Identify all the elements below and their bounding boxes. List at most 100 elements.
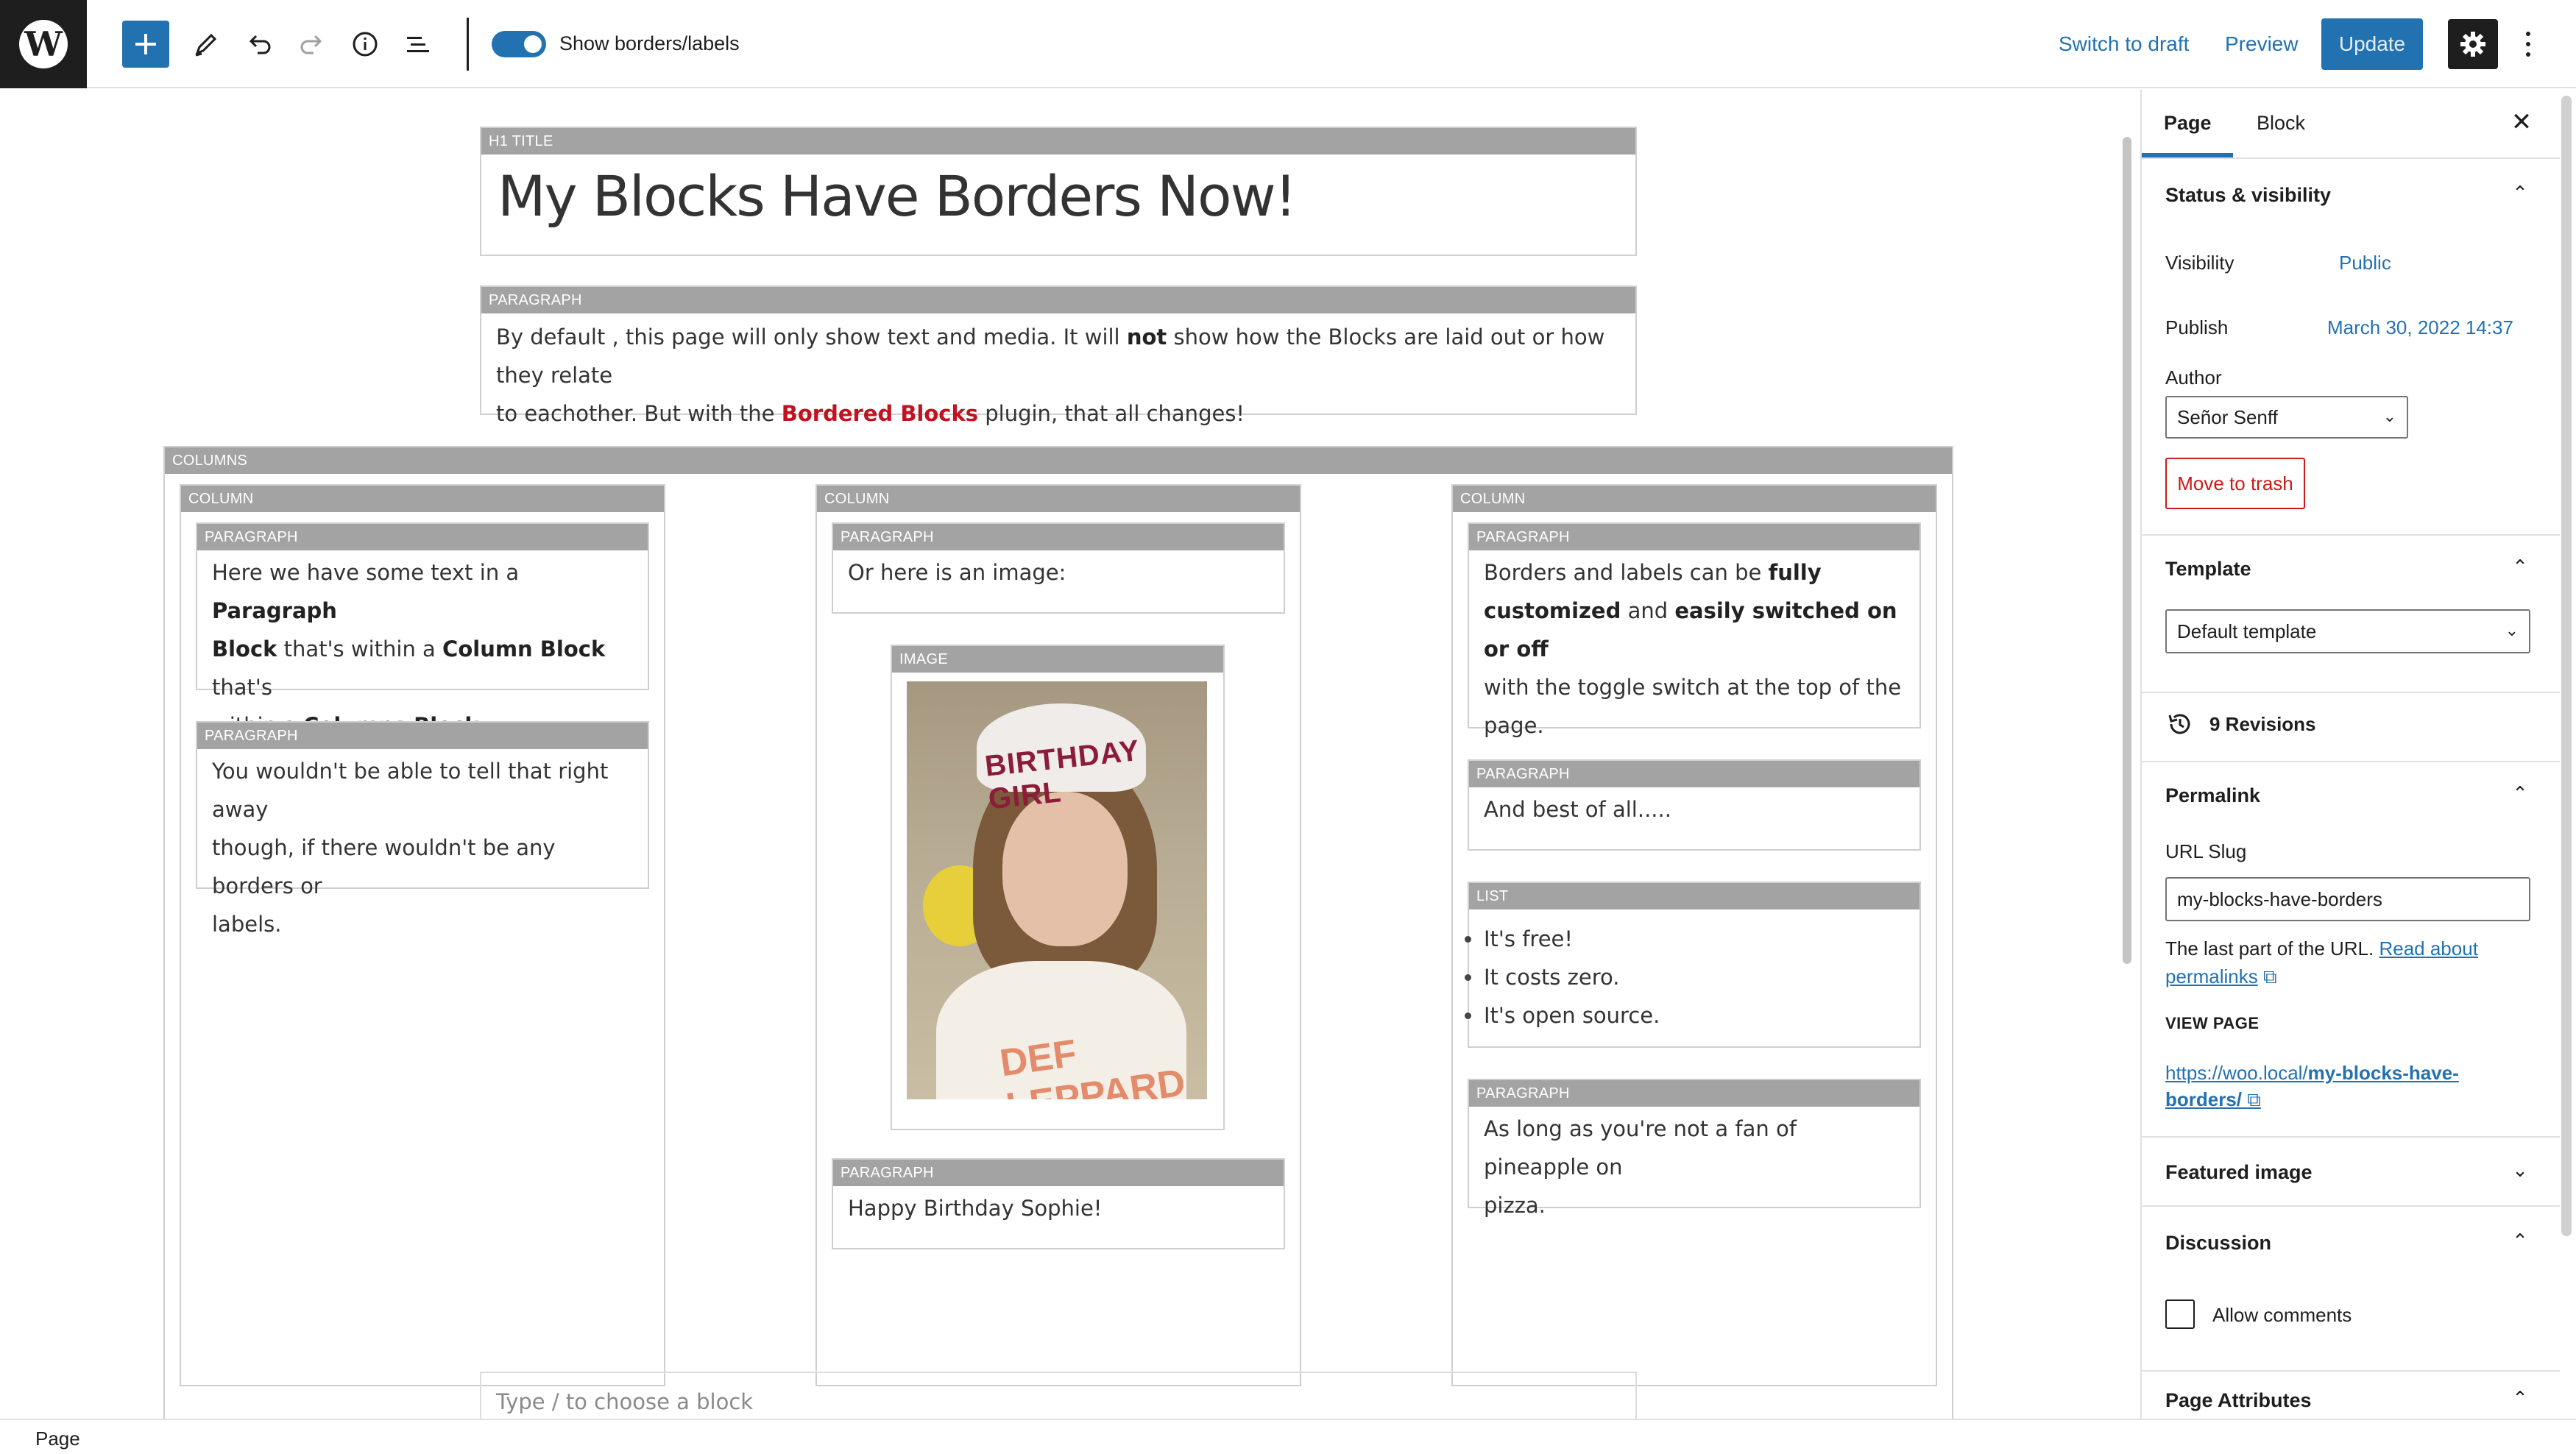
intro-paragraph-text[interactable]: By default , this page will only show te… [496, 318, 1621, 433]
chevron-up-icon[interactable]: ⌃ [2510, 556, 2530, 577]
preview-button[interactable]: Preview [2225, 32, 2299, 56]
pencil-icon [195, 33, 217, 57]
list-view-button[interactable] [394, 21, 442, 68]
paragraph-block[interactable]: PARAGRAPH As long as you're not a fan of… [1468, 1079, 1921, 1218]
allow-comments-checkbox[interactable] [2165, 1299, 2195, 1329]
divider [2142, 157, 2560, 159]
paragraph-text[interactable]: You wouldn't be able to tell that right … [212, 752, 633, 943]
permalink-help: The last part of the URL. Read about per… [2165, 937, 2478, 987]
permalink-url[interactable]: https://woo.local/my-blocks-have- border… [2165, 1060, 2533, 1113]
list-item[interactable]: It's free! [1464, 920, 1660, 958]
paragraph-block[interactable]: PARAGRAPH Happy Birthday Sophie! [832, 1158, 1285, 1249]
image-block[interactable]: IMAGE BIRTHDAY GIRL DEF LEPPARD [891, 645, 1225, 1130]
chevron-up-icon[interactable]: ⌃ [2510, 1230, 2530, 1251]
block-label: PARAGRAPH [197, 524, 648, 550]
canvas-scrollbar[interactable] [2123, 137, 2131, 964]
permalinks-link[interactable]: permalinks [2165, 965, 2258, 987]
block-label: PARAGRAPH [197, 723, 648, 749]
paragraph-text[interactable]: Happy Birthday Sophie! [848, 1189, 1269, 1227]
tab-block[interactable]: Block [2257, 112, 2305, 135]
template-heading[interactable]: Template [2165, 558, 2251, 581]
paragraph-block[interactable]: PARAGRAPH Or here is an image: [832, 522, 1285, 614]
block-label: H1 TITLE [481, 128, 1635, 155]
discussion-heading[interactable]: Discussion [2165, 1232, 2271, 1255]
bullet-list[interactable]: It's free! It costs zero. It's open sour… [1464, 920, 1660, 1035]
breadcrumb[interactable]: Page [35, 1428, 80, 1450]
chevron-down-icon[interactable]: ⌄ [2510, 1160, 2530, 1180]
wordpress-logo-icon[interactable]: W [0, 0, 87, 88]
editor-canvas: H1 TITLE My Blocks Have Borders Now! PAR… [0, 90, 2120, 1419]
block-label: COLUMN [1453, 486, 1936, 512]
redo-button[interactable] [289, 21, 336, 68]
url-slug-label: URL Slug [2165, 840, 2247, 862]
author-select[interactable]: Señor Senff ⌄ [2165, 396, 2408, 439]
revisions-count: 9 Revisions [2209, 712, 2316, 735]
block-inserter[interactable]: Type / to choose a block [480, 1372, 1637, 1419]
external-link-icon: ⧉ [2262, 965, 2277, 987]
redo-icon [300, 35, 322, 54]
author-value: Señor Senff [2177, 405, 2278, 428]
block-label: LIST [1469, 883, 1919, 909]
list-item[interactable]: It costs zero. [1464, 958, 1660, 996]
divider [2142, 534, 2560, 536]
tab-page[interactable]: Page [2164, 112, 2212, 135]
undo-button[interactable] [236, 21, 283, 68]
intro-paragraph-block[interactable]: PARAGRAPH By default , this page will on… [480, 286, 1637, 426]
template-select[interactable]: Default template ⌄ [2165, 609, 2530, 653]
revisions-link[interactable]: 9 Revisions [2165, 709, 2316, 739]
paragraph-block[interactable]: PARAGRAPH And best of all..... [1468, 759, 1921, 851]
status-visibility-heading[interactable]: Status & visibility [2165, 184, 2331, 207]
switch-to-draft-button[interactable]: Switch to draft [2059, 32, 2189, 56]
paragraph-text[interactable]: As long as you're not a fan of pineapple… [1484, 1110, 1905, 1224]
close-icon[interactable]: ✕ [2507, 107, 2536, 137]
gear-icon [2460, 32, 2485, 57]
block-label: PARAGRAPH [833, 524, 1284, 550]
add-block-button[interactable] [122, 21, 169, 68]
paragraph-text[interactable]: And best of all..... [1484, 790, 1905, 829]
paragraph-block[interactable]: PARAGRAPH Borders and labels can be full… [1468, 522, 1921, 738]
list-block[interactable]: LIST It's free! It costs zero. It's open… [1464, 882, 1921, 1048]
chevron-down-icon: ⌄ [2382, 407, 2396, 425]
page-attributes-heading[interactable]: Page Attributes [2165, 1389, 2312, 1412]
chevron-up-icon[interactable]: ⌃ [2510, 783, 2530, 804]
paragraph-block[interactable]: PARAGRAPH Here we have some text in a Pa… [196, 522, 649, 738]
block-label: PARAGRAPH [1469, 524, 1919, 550]
move-to-trash-button[interactable]: Move to trash [2165, 458, 2305, 509]
birthday-photo[interactable]: BIRTHDAY GIRL DEF LEPPARD [907, 681, 1207, 1099]
top-toolbar: W Show borders/labels Switch to draft Pr… [0, 0, 2576, 88]
block-label: COLUMN [817, 486, 1300, 512]
status-bar: Page [0, 1419, 2576, 1454]
view-page-label: VIEW PAGE [2165, 1014, 2260, 1032]
paragraph-text[interactable]: Here we have some text in a Paragraph Bl… [212, 553, 633, 745]
block-label: PARAGRAPH [1469, 761, 1919, 787]
read-about-link[interactable]: Read about [2379, 937, 2477, 960]
chevron-up-icon[interactable]: ⌃ [2510, 182, 2530, 203]
toolbar-separator [467, 18, 469, 71]
sidebar-scrollbar[interactable] [2561, 96, 2572, 1236]
url-slug-input[interactable]: my-blocks-have-borders [2165, 877, 2530, 921]
publish-date[interactable]: March 30, 2022 14:37 [2327, 316, 2513, 339]
list-item[interactable]: It's open source. [1464, 996, 1660, 1035]
paragraph-text[interactable]: Or here is an image: [848, 553, 1269, 592]
more-vertical-icon[interactable] [2517, 21, 2539, 68]
block-label: IMAGE [892, 646, 1223, 673]
borders-toggle[interactable] [492, 31, 546, 57]
visibility-label: Visibility [2165, 252, 2234, 274]
template-value: Default template [2177, 620, 2317, 642]
chevron-up-icon[interactable]: ⌃ [2510, 1388, 2530, 1408]
divider [2142, 692, 2560, 693]
external-link-icon: ⧉ [2247, 1088, 2261, 1110]
update-button[interactable]: Update [2321, 18, 2423, 70]
details-button[interactable] [342, 21, 389, 68]
paragraph-block[interactable]: PARAGRAPH You wouldn't be able to tell t… [196, 721, 649, 937]
undo-icon [249, 35, 271, 54]
settings-button[interactable] [2448, 19, 2498, 69]
paragraph-text[interactable]: Borders and labels can be fully customiz… [1484, 553, 1905, 745]
title-block[interactable]: H1 TITLE My Blocks Have Borders Now! [480, 127, 1637, 256]
tools-button[interactable] [183, 21, 230, 68]
permalink-heading[interactable]: Permalink [2165, 784, 2260, 807]
featured-image-heading[interactable]: Featured image [2165, 1161, 2313, 1184]
page-title[interactable]: My Blocks Have Borders Now! [498, 163, 1297, 229]
allow-comments-label: Allow comments [2212, 1304, 2352, 1326]
visibility-value[interactable]: Public [2339, 252, 2391, 274]
